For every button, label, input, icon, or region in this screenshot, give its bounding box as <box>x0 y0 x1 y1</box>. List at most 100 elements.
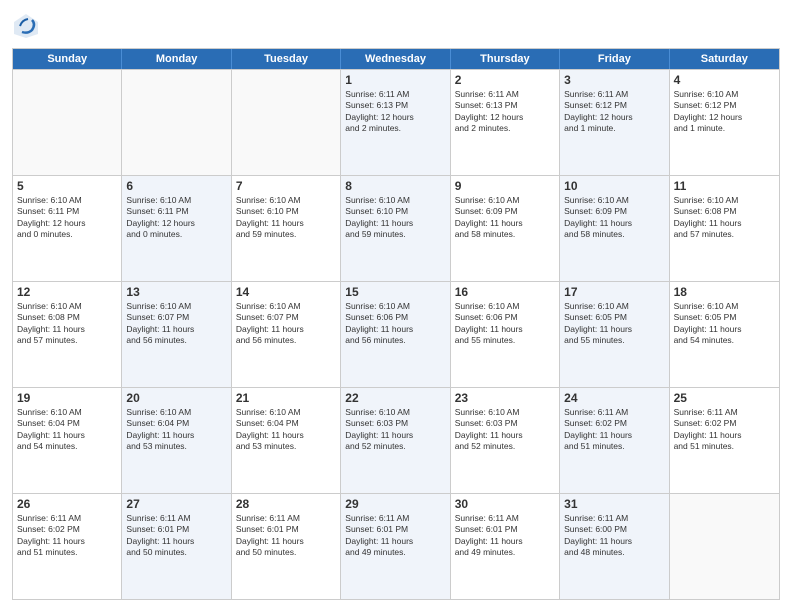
day-number: 4 <box>674 73 775 87</box>
weekday-header-monday: Monday <box>122 49 231 69</box>
day-info: Sunrise: 6:11 AM Sunset: 6:00 PM Dayligh… <box>564 513 664 559</box>
cal-cell-r2c2: 14 Sunrise: 6:10 AM Sunset: 6:07 PM Dayli… <box>232 282 341 387</box>
day-info: Sunrise: 6:10 AM Sunset: 6:03 PM Dayligh… <box>455 407 555 453</box>
day-info: Sunrise: 6:10 AM Sunset: 6:07 PM Dayligh… <box>236 301 336 347</box>
day-number: 10 <box>564 179 664 193</box>
day-info: Sunrise: 6:10 AM Sunset: 6:05 PM Dayligh… <box>564 301 664 347</box>
day-number: 7 <box>236 179 336 193</box>
cal-cell-r2c4: 16 Sunrise: 6:10 AM Sunset: 6:06 PM Dayli… <box>451 282 560 387</box>
cal-cell-r3c2: 21 Sunrise: 6:10 AM Sunset: 6:04 PM Dayli… <box>232 388 341 493</box>
cal-cell-r2c1: 13 Sunrise: 6:10 AM Sunset: 6:07 PM Dayli… <box>122 282 231 387</box>
day-info: Sunrise: 6:10 AM Sunset: 6:10 PM Dayligh… <box>236 195 336 241</box>
day-info: Sunrise: 6:10 AM Sunset: 6:09 PM Dayligh… <box>564 195 664 241</box>
cal-cell-r4c4: 30 Sunrise: 6:11 AM Sunset: 6:01 PM Dayli… <box>451 494 560 599</box>
cal-cell-r1c3: 8 Sunrise: 6:10 AM Sunset: 6:10 PM Daylig… <box>341 176 450 281</box>
day-info: Sunrise: 6:10 AM Sunset: 6:07 PM Dayligh… <box>126 301 226 347</box>
calendar-row-1: 5 Sunrise: 6:10 AM Sunset: 6:11 PM Daylig… <box>13 175 779 281</box>
cal-cell-r3c3: 22Sunrise: 6:10 AM Sunset: 6:03 PM Dayli… <box>341 388 450 493</box>
day-number: 6 <box>126 179 226 193</box>
day-info: Sunrise: 6:11 AM Sunset: 6:02 PM Dayligh… <box>17 513 117 559</box>
day-info: Sunrise: 6:10 AM Sunset: 6:05 PM Dayligh… <box>674 301 775 347</box>
day-number: 16 <box>455 285 555 299</box>
day-number: 11 <box>674 179 775 193</box>
cal-cell-r4c0: 26Sunrise: 6:11 AM Sunset: 6:02 PM Dayli… <box>13 494 122 599</box>
day-info: Sunrise: 6:10 AM Sunset: 6:06 PM Dayligh… <box>345 301 445 347</box>
calendar-row-0: 1 Sunrise: 6:11 AM Sunset: 6:13 PM Daylig… <box>13 69 779 175</box>
day-info: Sunrise: 6:10 AM Sunset: 6:04 PM Dayligh… <box>17 407 117 453</box>
calendar: SundayMondayTuesdayWednesdayThursdayFrid… <box>12 48 780 600</box>
day-number: 18 <box>674 285 775 299</box>
day-number: 13 <box>126 285 226 299</box>
day-number: 31 <box>564 497 664 511</box>
day-info: Sunrise: 6:10 AM Sunset: 6:04 PM Dayligh… <box>236 407 336 453</box>
cal-cell-r0c6: 4 Sunrise: 6:10 AM Sunset: 6:12 PM Daylig… <box>670 70 779 175</box>
day-number: 29 <box>345 497 445 511</box>
calendar-body: 1 Sunrise: 6:11 AM Sunset: 6:13 PM Daylig… <box>13 69 779 599</box>
day-info: Sunrise: 6:10 AM Sunset: 6:08 PM Dayligh… <box>674 195 775 241</box>
calendar-header: SundayMondayTuesdayWednesdayThursdayFrid… <box>13 49 779 69</box>
calendar-row-4: 26Sunrise: 6:11 AM Sunset: 6:02 PM Dayli… <box>13 493 779 599</box>
cal-cell-r2c6: 18 Sunrise: 6:10 AM Sunset: 6:05 PM Dayli… <box>670 282 779 387</box>
cal-cell-r2c5: 17 Sunrise: 6:10 AM Sunset: 6:05 PM Dayli… <box>560 282 669 387</box>
logo-icon <box>12 12 40 40</box>
header <box>12 12 780 40</box>
day-number: 2 <box>455 73 555 87</box>
page: SundayMondayTuesdayWednesdayThursdayFrid… <box>0 0 792 612</box>
cal-cell-r0c3: 1Sunrise: 6:11 AM Sunset: 6:13 PM Daylig… <box>341 70 450 175</box>
day-number: 1 <box>345 73 445 87</box>
cal-cell-r3c6: 25 Sunrise: 6:11 AM Sunset: 6:02 PM Dayli… <box>670 388 779 493</box>
weekday-header-wednesday: Wednesday <box>341 49 450 69</box>
day-info: Sunrise: 6:11 AM Sunset: 6:01 PM Dayligh… <box>345 513 445 559</box>
weekday-header-tuesday: Tuesday <box>232 49 341 69</box>
cal-cell-r3c4: 23 Sunrise: 6:10 AM Sunset: 6:03 PM Dayli… <box>451 388 560 493</box>
day-info: Sunrise: 6:11 AM Sunset: 6:13 PM Dayligh… <box>455 89 555 135</box>
cal-cell-r4c6 <box>670 494 779 599</box>
day-info: Sunrise: 6:10 AM Sunset: 6:11 PM Dayligh… <box>126 195 226 241</box>
cal-cell-r3c0: 19 Sunrise: 6:10 AM Sunset: 6:04 PM Dayli… <box>13 388 122 493</box>
cal-cell-r1c6: 11 Sunrise: 6:10 AM Sunset: 6:08 PM Dayli… <box>670 176 779 281</box>
day-number: 9 <box>455 179 555 193</box>
cal-cell-r0c2 <box>232 70 341 175</box>
calendar-row-3: 19 Sunrise: 6:10 AM Sunset: 6:04 PM Dayli… <box>13 387 779 493</box>
cal-cell-r1c2: 7 Sunrise: 6:10 AM Sunset: 6:10 PM Daylig… <box>232 176 341 281</box>
weekday-header-thursday: Thursday <box>451 49 560 69</box>
day-number: 23 <box>455 391 555 405</box>
day-number: 14 <box>236 285 336 299</box>
day-number: 8 <box>345 179 445 193</box>
day-number: 19 <box>17 391 117 405</box>
cal-cell-r1c5: 10 Sunrise: 6:10 AM Sunset: 6:09 PM Dayli… <box>560 176 669 281</box>
cal-cell-r4c5: 31 Sunrise: 6:11 AM Sunset: 6:00 PM Dayli… <box>560 494 669 599</box>
day-number: 25 <box>674 391 775 405</box>
weekday-header-friday: Friday <box>560 49 669 69</box>
day-info: Sunrise: 6:11 AM Sunset: 6:01 PM Dayligh… <box>236 513 336 559</box>
day-number: 21 <box>236 391 336 405</box>
day-number: 17 <box>564 285 664 299</box>
day-info: Sunrise: 6:10 AM Sunset: 6:09 PM Dayligh… <box>455 195 555 241</box>
day-number: 30 <box>455 497 555 511</box>
cal-cell-r3c1: 20 Sunrise: 6:10 AM Sunset: 6:04 PM Dayli… <box>122 388 231 493</box>
day-info: Sunrise: 6:10 AM Sunset: 6:11 PM Dayligh… <box>17 195 117 241</box>
day-info: Sunrise: 6:10 AM Sunset: 6:04 PM Dayligh… <box>126 407 226 453</box>
logo <box>12 12 44 40</box>
cal-cell-r0c4: 2 Sunrise: 6:11 AM Sunset: 6:13 PM Daylig… <box>451 70 560 175</box>
day-number: 5 <box>17 179 117 193</box>
day-info: Sunrise: 6:11 AM Sunset: 6:12 PM Dayligh… <box>564 89 664 135</box>
weekday-header-sunday: Sunday <box>13 49 122 69</box>
cal-cell-r0c0 <box>13 70 122 175</box>
day-info: Sunrise: 6:11 AM Sunset: 6:01 PM Dayligh… <box>455 513 555 559</box>
day-info: Sunrise: 6:10 AM Sunset: 6:06 PM Dayligh… <box>455 301 555 347</box>
day-number: 28 <box>236 497 336 511</box>
cal-cell-r0c5: 3Sunrise: 6:11 AM Sunset: 6:12 PM Daylig… <box>560 70 669 175</box>
day-info: Sunrise: 6:10 AM Sunset: 6:12 PM Dayligh… <box>674 89 775 135</box>
cal-cell-r1c0: 5 Sunrise: 6:10 AM Sunset: 6:11 PM Daylig… <box>13 176 122 281</box>
day-info: Sunrise: 6:10 AM Sunset: 6:10 PM Dayligh… <box>345 195 445 241</box>
weekday-header-saturday: Saturday <box>670 49 779 69</box>
day-number: 22 <box>345 391 445 405</box>
day-number: 20 <box>126 391 226 405</box>
day-number: 24 <box>564 391 664 405</box>
cal-cell-r2c0: 12Sunrise: 6:10 AM Sunset: 6:08 PM Dayli… <box>13 282 122 387</box>
cal-cell-r4c3: 29 Sunrise: 6:11 AM Sunset: 6:01 PM Dayli… <box>341 494 450 599</box>
cal-cell-r3c5: 24Sunrise: 6:11 AM Sunset: 6:02 PM Dayli… <box>560 388 669 493</box>
cal-cell-r4c2: 28 Sunrise: 6:11 AM Sunset: 6:01 PM Dayli… <box>232 494 341 599</box>
day-info: Sunrise: 6:11 AM Sunset: 6:02 PM Dayligh… <box>674 407 775 453</box>
